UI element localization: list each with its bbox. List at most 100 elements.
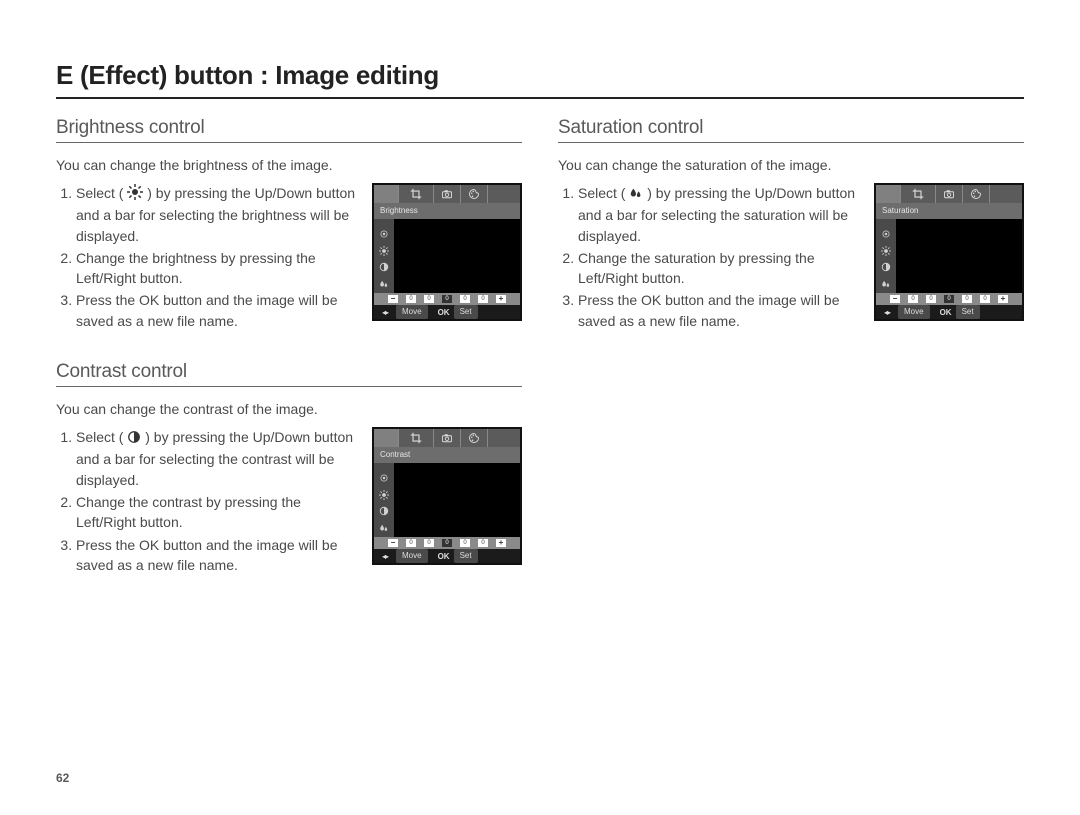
move-label: Move [396, 305, 428, 319]
cam-mode-tab [876, 185, 901, 203]
slider-tick: 0 [460, 539, 470, 547]
drops-icon [379, 520, 389, 530]
saturation-section: Saturation control You can change the sa… [558, 117, 1024, 333]
cam-mode-tab [374, 185, 399, 203]
content-columns: Brightness control You can change the br… [56, 117, 1024, 605]
cam-mode-label: Saturation [876, 203, 1022, 219]
slider-tick: 0 [442, 539, 452, 547]
brightness-step-2: Change the brightness by pressing the Le… [76, 248, 358, 289]
set-label: Set [956, 305, 980, 319]
slider-tick: 0 [908, 295, 918, 303]
slider-tick: 0 [478, 295, 488, 303]
slider-plus: + [496, 295, 506, 303]
slider-tick: 0 [406, 295, 416, 303]
left-column: Brightness control You can change the br… [56, 117, 522, 605]
contrast-intro: You can change the contrast of the image… [56, 401, 522, 417]
cam-tab-palette-icon [963, 185, 990, 203]
brightness-section: Brightness control You can change the br… [56, 117, 522, 333]
slider-tick: 0 [460, 295, 470, 303]
cam-sidebar [374, 219, 394, 293]
cam-slider: −00000+ [374, 293, 520, 305]
cam-footer: ◂▸MoveOKSet [374, 305, 520, 319]
saturation-step-3: Press the OK button and the image will b… [578, 290, 860, 331]
ok-label: OK [438, 552, 450, 561]
slider-tick: 0 [478, 539, 488, 547]
cam-tab-bar [876, 185, 1022, 203]
saturation-heading: Saturation control [558, 117, 1024, 143]
slider-tick: 0 [424, 295, 434, 303]
cam-sidebar [374, 463, 394, 537]
slider-plus: + [496, 539, 506, 547]
contrast-step-3: Press the OK button and the image will b… [76, 535, 358, 576]
page-number: 62 [56, 771, 69, 785]
slider-tick: 0 [944, 295, 954, 303]
contrast-icon [127, 429, 141, 449]
slider-minus: − [890, 295, 900, 303]
slider-plus: + [998, 295, 1008, 303]
saturation-camera-screen: Saturation−00000+◂▸MoveOKSet [874, 183, 1024, 321]
slider-tick: 0 [926, 295, 936, 303]
cam-tab-palette-icon [461, 185, 488, 203]
cam-tab-crop-icon [399, 185, 434, 203]
saturation-steps: Select ( ) by pressing the Up/Down butto… [558, 183, 860, 333]
arrows-icon: ◂▸ [876, 308, 898, 317]
slider-tick: 0 [424, 539, 434, 547]
saturation-step-2: Change the saturation by pressing the Le… [578, 248, 860, 289]
cam-preview [896, 219, 1022, 293]
brightness-heading: Brightness control [56, 117, 522, 143]
set-label: Set [454, 305, 478, 319]
slider-tick: 0 [406, 539, 416, 547]
contrast-section: Contrast control You can change the cont… [56, 361, 522, 577]
cam-tab-camera-icon [936, 185, 963, 203]
brightness-steps: Select ( ) by pressing the Up/Down butto… [56, 183, 358, 333]
slider-minus: − [388, 539, 398, 547]
cam-tab-camera-icon [434, 185, 461, 203]
contrast-camera-screen: Contrast−00000+◂▸MoveOKSet [372, 427, 522, 565]
manual-page: E (Effect) button : Image editing Bright… [0, 0, 1080, 815]
contrast-icon [379, 503, 389, 513]
saturation-intro: You can change the saturation of the ima… [558, 157, 1024, 173]
cam-mode-label: Contrast [374, 447, 520, 463]
cam-mode-tab [374, 429, 399, 447]
redeye-icon [379, 226, 389, 236]
page-title: E (Effect) button : Image editing [56, 60, 1024, 99]
brightness-intro: You can change the brightness of the ima… [56, 157, 522, 173]
contrast-steps: Select ( ) by pressing the Up/Down butto… [56, 427, 358, 577]
contrast-step-1: Select ( ) by pressing the Up/Down butto… [76, 427, 358, 490]
sun-icon [379, 243, 389, 253]
contrast-icon [379, 259, 389, 269]
arrows-icon: ◂▸ [374, 308, 396, 317]
slider-minus: − [388, 295, 398, 303]
right-column: Saturation control You can change the sa… [558, 117, 1024, 605]
contrast-heading: Contrast control [56, 361, 522, 387]
saturation-step-1: Select ( ) by pressing the Up/Down butto… [578, 183, 860, 246]
ok-label: OK [940, 308, 952, 317]
set-label: Set [454, 549, 478, 563]
arrows-icon: ◂▸ [374, 552, 396, 561]
move-label: Move [396, 549, 428, 563]
cam-tab-palette-icon [461, 429, 488, 447]
cam-sidebar [876, 219, 896, 293]
drops-icon [881, 276, 891, 286]
slider-tick: 0 [962, 295, 972, 303]
cam-tab-crop-icon [399, 429, 434, 447]
sun-icon [127, 184, 143, 205]
brightness-camera-screen: Brightness−00000+◂▸MoveOKSet [372, 183, 522, 321]
redeye-icon [379, 470, 389, 480]
brightness-step-3: Press the OK button and the image will b… [76, 290, 358, 331]
slider-tick: 0 [980, 295, 990, 303]
cam-preview [394, 463, 520, 537]
sun-icon [379, 487, 389, 497]
contrast-step-2: Change the contrast by pressing the Left… [76, 492, 358, 533]
drops-icon [379, 276, 389, 286]
cam-slider: −00000+ [374, 537, 520, 549]
cam-footer: ◂▸Move OK Set [374, 549, 520, 563]
cam-footer: ◂▸MoveOKSet [876, 305, 1022, 319]
cam-tab-bar [374, 429, 520, 447]
cam-preview [394, 219, 520, 293]
brightness-step-1: Select ( ) by pressing the Up/Down butto… [76, 183, 358, 246]
cam-mode-label: Brightness [374, 203, 520, 219]
cam-tab-bar [374, 185, 520, 203]
cam-tab-camera-icon [434, 429, 461, 447]
cam-tab-crop-icon [901, 185, 936, 203]
